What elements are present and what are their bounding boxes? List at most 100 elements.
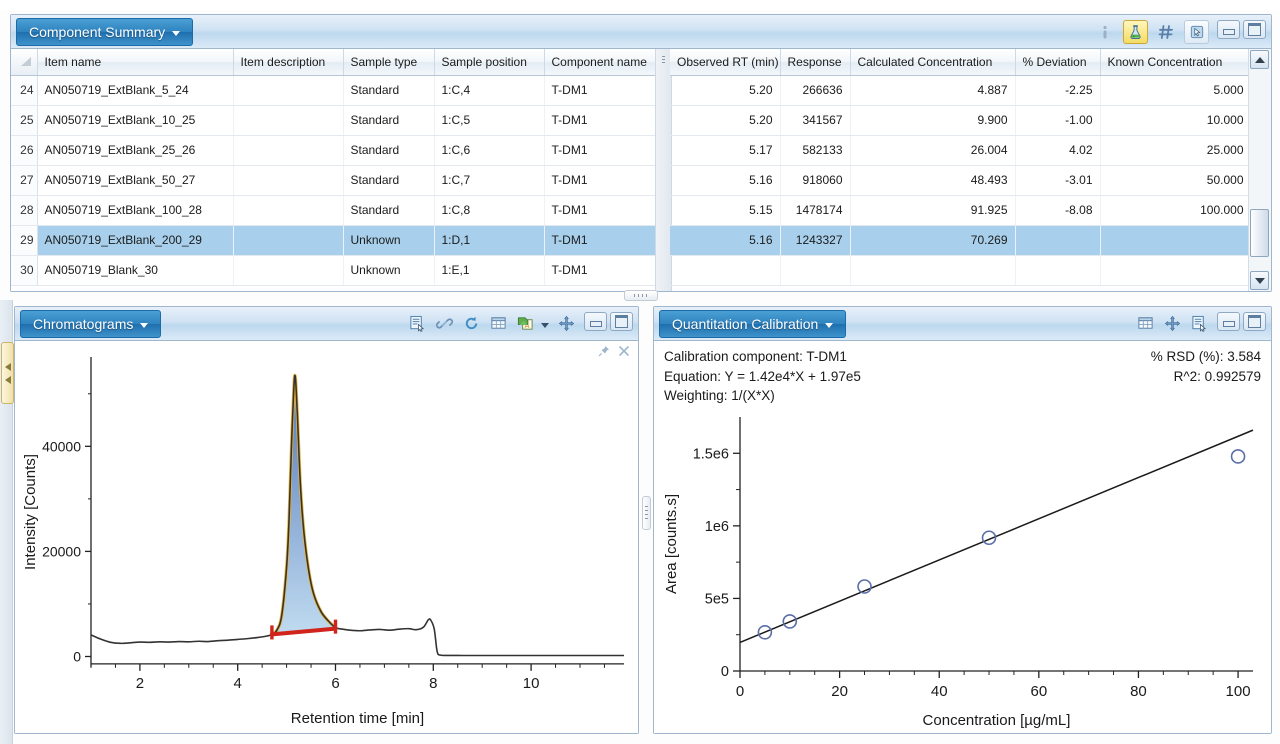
report-icon[interactable]: [1191, 315, 1209, 333]
cell-component-name[interactable]: T-DM1: [544, 225, 655, 256]
chevron-down-icon[interactable]: [172, 30, 181, 36]
cell-known-concentration[interactable]: [1100, 225, 1249, 256]
flask-icon[interactable]: [1123, 20, 1148, 44]
grid-corner-cell[interactable]: [11, 49, 38, 76]
chromatograms-tab[interactable]: Chromatograms: [20, 310, 162, 338]
cell-calculated-concentration[interactable]: 9.900: [850, 105, 1016, 136]
export-icon[interactable]: A: [517, 315, 535, 333]
vertical-splitter-handle[interactable]: [642, 496, 651, 530]
table-row[interactable]: 5.15 1478174 91.925 -8.08 100.000: [670, 195, 1249, 226]
column-header-observed-rt[interactable]: Observed RT (min): [670, 49, 781, 76]
row-number[interactable]: 25: [11, 105, 38, 136]
cell-component-name[interactable]: T-DM1: [544, 195, 655, 226]
row-number[interactable]: 28: [11, 195, 38, 226]
cell-item-name[interactable]: AN050719_ExtBlank_50_27: [37, 165, 234, 196]
table-row[interactable]: 27 AN050719_ExtBlank_50_27 Standard 1:C,7 T-…: [11, 165, 655, 196]
cell-item-name[interactable]: AN050719_ExtBlank_200_29: [37, 225, 234, 256]
info-icon[interactable]: [1096, 23, 1114, 41]
cell-item-name[interactable]: AN050719_Blank_30: [37, 255, 234, 286]
cell-component-name[interactable]: T-DM1: [544, 75, 655, 106]
cell-known-concentration[interactable]: 5.000: [1100, 75, 1249, 106]
cell-item-description[interactable]: [233, 105, 344, 136]
cell-observed-rt[interactable]: 5.16: [670, 165, 781, 196]
cell-pct-deviation[interactable]: -1.00: [1015, 105, 1101, 136]
grid-right-pane[interactable]: Observed RT (min) Response Calculated Co…: [670, 49, 1249, 291]
minimize-button[interactable]: [584, 312, 607, 331]
component-summary-tab[interactable]: Component Summary: [16, 18, 194, 46]
close-icon[interactable]: [618, 345, 630, 360]
table-row[interactable]: 5.20 266636 4.887 -2.25 5.000: [670, 75, 1249, 106]
cell-item-description[interactable]: [233, 255, 344, 286]
cell-sample-type[interactable]: Standard: [343, 195, 435, 226]
refresh-icon[interactable]: [463, 315, 481, 333]
cell-sample-position[interactable]: 1:C,4: [434, 75, 545, 106]
cell-pct-deviation[interactable]: -3.01: [1015, 165, 1101, 196]
pointer-icon[interactable]: [1184, 20, 1209, 44]
column-header-item-description[interactable]: Item description: [233, 49, 344, 76]
table-row[interactable]: 25 AN050719_ExtBlank_10_25 Standard 1:C,5 T-…: [11, 105, 655, 136]
cell-response[interactable]: 1243327: [780, 225, 851, 256]
cell-component-name[interactable]: T-DM1: [544, 165, 655, 196]
cell-response[interactable]: [780, 255, 851, 286]
cell-item-name[interactable]: AN050719_ExtBlank_25_26: [37, 135, 234, 166]
grid-left-pane[interactable]: Item name Item description Sample type S…: [11, 49, 655, 291]
cell-pct-deviation[interactable]: -2.25: [1015, 75, 1101, 106]
cell-response[interactable]: 918060: [780, 165, 851, 196]
cell-sample-type[interactable]: Standard: [343, 135, 435, 166]
cell-known-concentration[interactable]: 25.000: [1100, 135, 1249, 166]
horizontal-splitter[interactable]: [624, 290, 658, 301]
maximize-button[interactable]: [1243, 20, 1266, 39]
chevron-down-icon[interactable]: [140, 322, 149, 328]
pin-icon[interactable]: [598, 345, 610, 360]
cell-sample-position[interactable]: 1:C,6: [434, 135, 545, 166]
row-number[interactable]: 30: [11, 255, 38, 286]
cell-known-concentration[interactable]: 10.000: [1100, 105, 1249, 136]
cell-sample-type[interactable]: Standard: [343, 75, 435, 106]
table-row[interactable]: 5.20 341567 9.900 -1.00 10.000: [670, 105, 1249, 136]
cell-sample-position[interactable]: 1:C,7: [434, 165, 545, 196]
column-header-sample-type[interactable]: Sample type: [343, 49, 435, 76]
cell-item-description[interactable]: [233, 165, 344, 196]
cell-observed-rt[interactable]: 5.16: [670, 225, 781, 256]
cell-known-concentration[interactable]: [1100, 255, 1249, 286]
cell-response[interactable]: 341567: [780, 105, 851, 136]
cell-calculated-concentration[interactable]: 91.925: [850, 195, 1016, 226]
column-header-sample-position[interactable]: Sample position: [434, 49, 545, 76]
cell-sample-type[interactable]: Standard: [343, 105, 435, 136]
quantitation-calibration-tab[interactable]: Quantitation Calibration: [659, 310, 847, 338]
table-icon[interactable]: [1137, 315, 1155, 333]
move-icon[interactable]: [558, 315, 576, 333]
column-header-known-concentration[interactable]: Known Concentration: [1100, 49, 1249, 76]
cell-sample-position[interactable]: 1:C,8: [434, 195, 545, 226]
cell-known-concentration[interactable]: 50.000: [1100, 165, 1249, 196]
cell-item-name[interactable]: AN050719_ExtBlank_100_28: [37, 195, 234, 226]
cell-pct-deviation[interactable]: [1015, 225, 1101, 256]
dropdown-caret-icon[interactable]: [541, 322, 549, 328]
cell-calculated-concentration[interactable]: 70.269: [850, 225, 1016, 256]
cell-sample-position[interactable]: 1:D,1: [434, 225, 545, 256]
row-number[interactable]: 29: [11, 225, 38, 256]
cell-component-name[interactable]: T-DM1: [544, 135, 655, 166]
cell-sample-position[interactable]: 1:C,5: [434, 105, 545, 136]
maximize-button[interactable]: [610, 312, 633, 331]
table-row[interactable]: 29 AN050719_ExtBlank_200_29 Unknown 1:D,1 T-…: [11, 225, 655, 256]
table-row[interactable]: [670, 255, 1249, 286]
cell-calculated-concentration[interactable]: 4.887: [850, 75, 1016, 106]
table-row[interactable]: 24 AN050719_ExtBlank_5_24 Standard 1:C,4 T-D…: [11, 75, 655, 106]
table-icon[interactable]: [490, 315, 508, 333]
cell-sample-type[interactable]: Standard: [343, 165, 435, 196]
cell-item-description[interactable]: [233, 75, 344, 106]
cell-pct-deviation[interactable]: [1015, 255, 1101, 286]
row-number[interactable]: 26: [11, 135, 38, 166]
cell-calculated-concentration[interactable]: [850, 255, 1016, 286]
cell-response[interactable]: 1478174: [780, 195, 851, 226]
scroll-up-button[interactable]: [1250, 50, 1269, 69]
cell-observed-rt[interactable]: 5.15: [670, 195, 781, 226]
scroll-down-button[interactable]: [1250, 271, 1269, 290]
minimize-button[interactable]: [1217, 312, 1240, 331]
report-icon[interactable]: [409, 315, 427, 333]
cell-observed-rt[interactable]: 5.17: [670, 135, 781, 166]
left-pane-expand-handle[interactable]: [1, 342, 14, 404]
cell-observed-rt[interactable]: 5.20: [670, 105, 781, 136]
cell-calculated-concentration[interactable]: 26.004: [850, 135, 1016, 166]
